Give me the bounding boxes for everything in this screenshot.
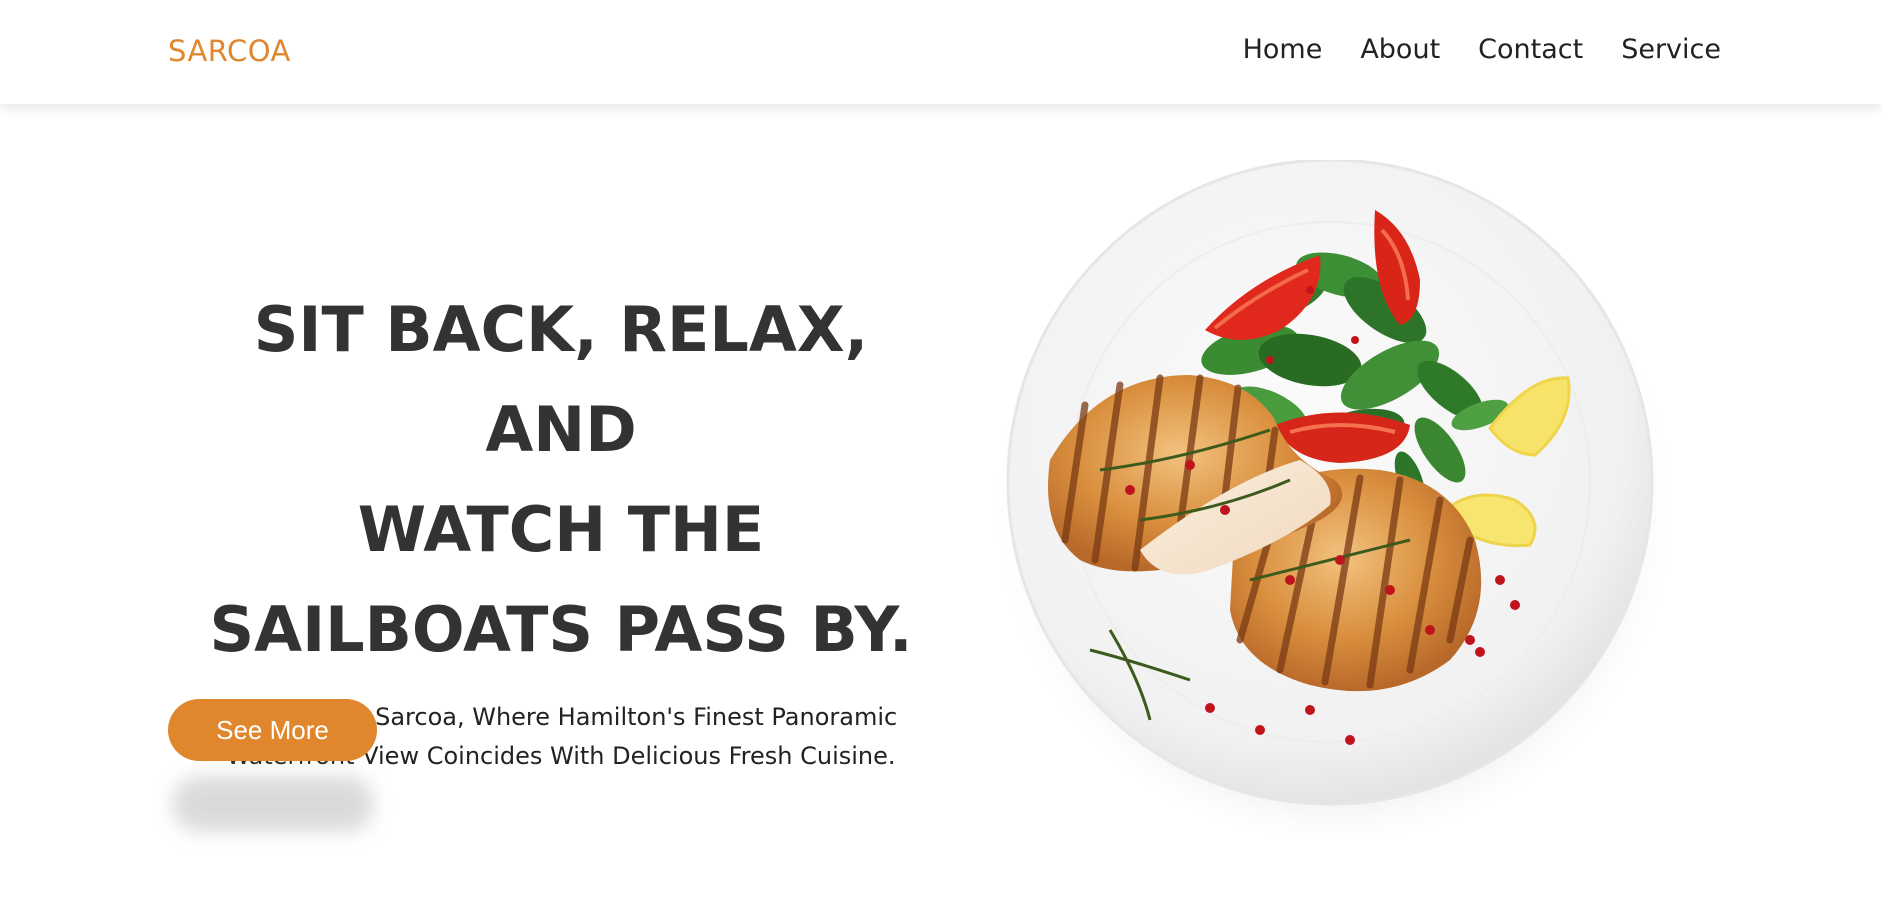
site-header: SARCOA Home About Contact Service [0, 0, 1882, 104]
nav-contact[interactable]: Contact [1478, 34, 1583, 65]
nav-home[interactable]: Home [1243, 34, 1323, 65]
hero-food-image [990, 160, 1690, 860]
nav-about[interactable]: About [1360, 34, 1440, 65]
main-nav: Home About Contact Service [1243, 34, 1721, 65]
logo[interactable]: SARCOA [168, 34, 291, 68]
hero-title-line-1: SIT BACK, RELAX, AND [253, 293, 869, 466]
hero-title-line-3: SAILBOATS PASS BY. [209, 593, 913, 666]
nav-service[interactable]: Service [1621, 34, 1721, 65]
grilled-chicken-salad-plate-image [990, 160, 1680, 840]
hero-title-line-2: WATCH THE [357, 493, 765, 566]
see-more-button-shadow [172, 776, 374, 832]
see-more-button[interactable]: See More [168, 699, 377, 761]
hero-title: SIT BACK, RELAX, AND WATCH THE SAILBOATS… [168, 280, 954, 680]
